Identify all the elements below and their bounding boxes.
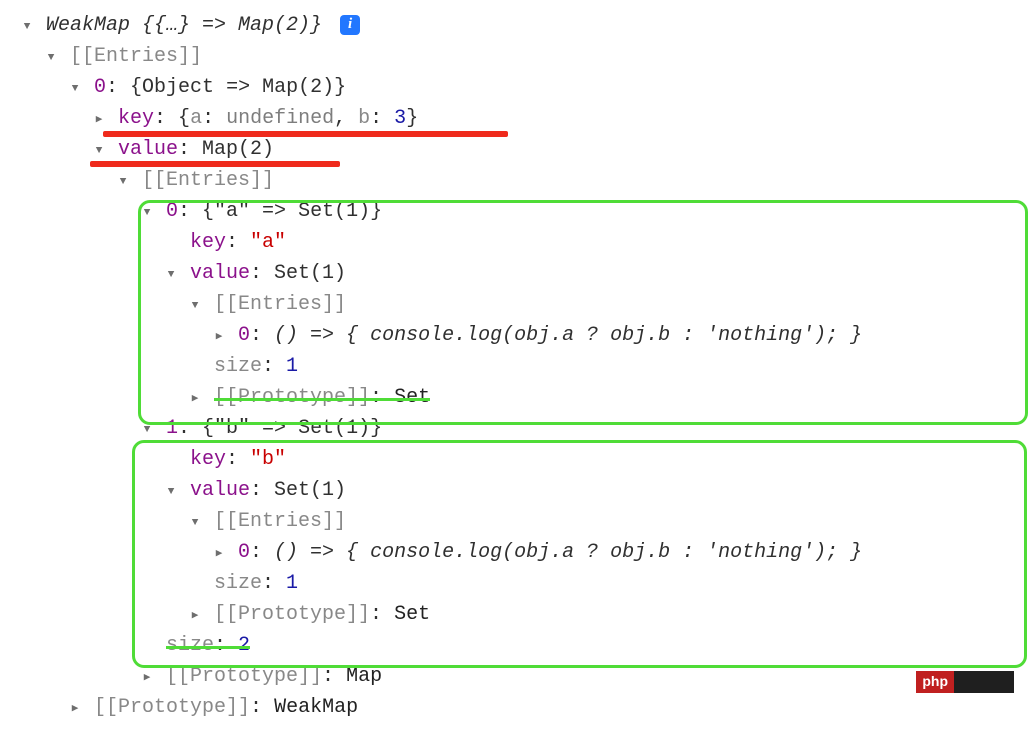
entry-0-key[interactable]: key: {a: undefined, b: 3} xyxy=(20,103,1020,134)
disclosure-triangle-icon[interactable] xyxy=(68,698,82,720)
disclosure-triangle-icon[interactable] xyxy=(92,140,106,162)
size-value: 1 xyxy=(286,572,298,595)
disclosure-triangle-icon[interactable] xyxy=(68,78,82,100)
weakmap-proto-row[interactable]: [[Prototype]]: WeakMap xyxy=(20,692,1020,723)
disclosure-triangle-icon[interactable] xyxy=(164,264,178,286)
entries-label: [[Entries]] xyxy=(214,293,346,316)
size-label: size xyxy=(214,355,262,378)
key-label: key xyxy=(118,107,154,130)
info-icon[interactable]: i xyxy=(340,15,360,35)
disclosure-triangle-icon[interactable] xyxy=(44,47,58,69)
disclosure-triangle-icon[interactable] xyxy=(116,171,130,193)
proto-label: [[Prototype]] xyxy=(214,386,370,409)
size-label: size xyxy=(166,634,214,657)
map-size-row: size: 2 xyxy=(20,630,1020,661)
set-value: Set(1) xyxy=(274,262,346,285)
map-entries-row[interactable]: [[Entries]] xyxy=(20,165,1020,196)
disclosure-triangle-icon[interactable] xyxy=(212,543,226,565)
set-size-row: size: 1 xyxy=(20,351,1020,382)
watermark: php xyxy=(916,671,1014,693)
entries-label: [[Entries]] xyxy=(214,510,346,533)
fn-text: () => { console.log(obj.a ? obj.b : 'not… xyxy=(274,541,862,564)
set-entries-row[interactable]: [[Entries]] xyxy=(20,289,1020,320)
map-entry-b-value[interactable]: value: Set(1) xyxy=(20,475,1020,506)
set-entries-row-b[interactable]: [[Entries]] xyxy=(20,506,1020,537)
set-proto-row-b[interactable]: [[Prototype]]: Set xyxy=(20,599,1020,630)
index-label: 0 xyxy=(238,324,250,347)
console-root: WeakMap {{…} => Map(2)} i [[Entries]] 0:… xyxy=(20,10,1020,723)
disclosure-triangle-icon[interactable] xyxy=(92,109,106,131)
entries-label: [[Entries]] xyxy=(70,45,202,68)
disclosure-triangle-icon[interactable] xyxy=(188,295,202,317)
set-value: Set(1) xyxy=(274,479,346,502)
size-label: size xyxy=(214,572,262,595)
fn-text: () => { console.log(obj.a ? obj.b : 'not… xyxy=(274,324,862,347)
entry-0-value: {Object => Map(2)} xyxy=(130,76,346,99)
watermark-text: php xyxy=(916,671,954,693)
disclosure-triangle-icon[interactable] xyxy=(188,605,202,627)
disclosure-triangle-icon[interactable] xyxy=(140,667,154,689)
value-label: value xyxy=(190,479,250,502)
map-entry-a-summary[interactable]: 0: {"a" => Set(1)} xyxy=(20,196,1020,227)
set-entry-a-0[interactable]: 0: () => { console.log(obj.a ? obj.b : '… xyxy=(20,320,1020,351)
size-value: 1 xyxy=(286,355,298,378)
disclosure-triangle-icon[interactable] xyxy=(140,202,154,224)
proto-value: Set xyxy=(394,386,430,409)
value-label: value xyxy=(118,138,178,161)
proto-value: Map xyxy=(346,665,382,688)
map-entry-b-key: key: "b" xyxy=(20,444,1020,475)
weakmap-text: WeakMap {{…} => Map(2)} xyxy=(46,14,322,37)
proto-label: [[Prototype]] xyxy=(166,665,322,688)
key-label: key xyxy=(190,448,226,471)
index-label: 1 xyxy=(166,417,178,440)
proto-label: [[Prototype]] xyxy=(214,603,370,626)
disclosure-triangle-icon[interactable] xyxy=(20,16,34,38)
set-proto-row[interactable]: [[Prototype]]: Set xyxy=(20,382,1020,413)
map-entry-b-key-value: "b" xyxy=(250,448,286,471)
entries-row[interactable]: [[Entries]] xyxy=(20,41,1020,72)
entry-0-value-row[interactable]: value: Map(2) xyxy=(20,134,1020,165)
disclosure-triangle-icon[interactable] xyxy=(140,419,154,441)
map-entry-a-text: {"a" => Set(1)} xyxy=(202,200,382,223)
entries-label: [[Entries]] xyxy=(142,169,274,192)
map-entry-a-value[interactable]: value: Set(1) xyxy=(20,258,1020,289)
map-entry-b-text: {"b" => Set(1)} xyxy=(202,417,382,440)
disclosure-triangle-icon[interactable] xyxy=(188,388,202,410)
index-label: 0 xyxy=(166,200,178,223)
proto-value: WeakMap xyxy=(274,696,358,719)
set-entry-b-0[interactable]: 0: () => { console.log(obj.a ? obj.b : '… xyxy=(20,537,1020,568)
disclosure-triangle-icon[interactable] xyxy=(212,326,226,348)
entry-0-summary[interactable]: 0: {Object => Map(2)} xyxy=(20,72,1020,103)
disclosure-triangle-icon[interactable] xyxy=(164,481,178,503)
index-label: 0 xyxy=(94,76,106,99)
map-entry-a-key: key: "a" xyxy=(20,227,1020,258)
weakmap-summary[interactable]: WeakMap {{…} => Map(2)} i xyxy=(20,10,1020,41)
set-size-row-b: size: 1 xyxy=(20,568,1020,599)
map-entry-a-key-value: "a" xyxy=(250,231,286,254)
size-value: 2 xyxy=(238,634,250,657)
disclosure-triangle-icon[interactable] xyxy=(188,512,202,534)
proto-value: Set xyxy=(394,603,430,626)
map-entry-b-summary[interactable]: 1: {"b" => Set(1)} xyxy=(20,413,1020,444)
index-label: 0 xyxy=(238,541,250,564)
map-proto-row[interactable]: [[Prototype]]: Map xyxy=(20,661,1020,692)
proto-label: [[Prototype]] xyxy=(94,696,250,719)
watermark-black xyxy=(954,671,1014,693)
key-label: key xyxy=(190,231,226,254)
value-label: value xyxy=(190,262,250,285)
map-value: Map(2) xyxy=(202,138,274,161)
